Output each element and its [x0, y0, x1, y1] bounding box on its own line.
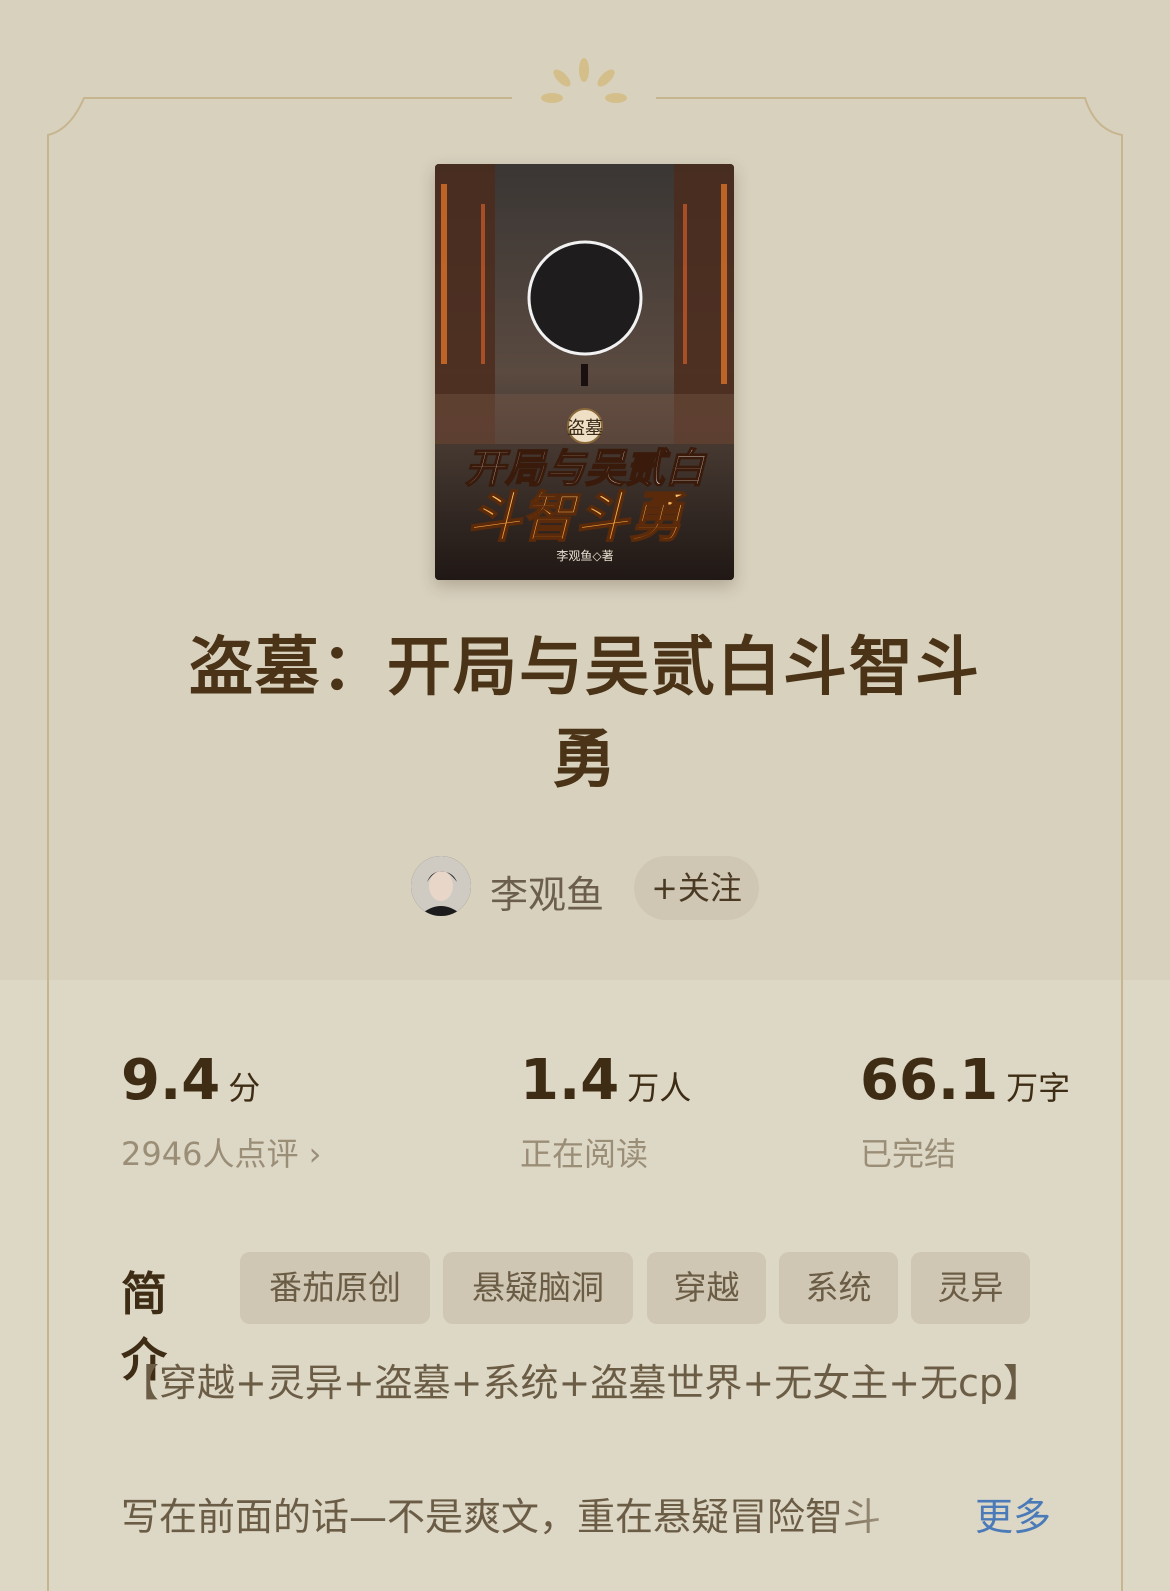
- cover-author-credit: 李观鱼◇著: [556, 548, 613, 563]
- cover-title-line2: 斗智斗勇: [467, 486, 687, 549]
- review-count-link[interactable]: 2946人点评 ›: [121, 1129, 321, 1175]
- readers-unit: 万人: [627, 1069, 692, 1107]
- cover-series-badge: 盗墓: [567, 418, 603, 439]
- tag-item[interactable]: 悬疑脑洞: [443, 1252, 633, 1324]
- readers-label: 正在阅读: [520, 1135, 649, 1173]
- author-avatar[interactable]: [411, 856, 471, 916]
- book-cover[interactable]: 盗墓 开局与吴贰白 斗智斗勇 李观鱼◇著: [435, 164, 734, 580]
- author-row: 李观鱼 +关注: [0, 856, 1170, 920]
- description-line2-row: 写在前面的话—不是爽文，重在悬疑冒险智斗 更多: [121, 1484, 1051, 1551]
- readers-value: 1.4: [520, 1048, 620, 1113]
- book-title: 盗墓：开局与吴贰白斗智斗勇: [189, 631, 981, 797]
- stat-rating[interactable]: 9.4 分 2946人点评 ›: [121, 1048, 321, 1175]
- more-link[interactable]: 更多: [975, 1484, 1051, 1551]
- tag-item[interactable]: 灵异: [911, 1252, 1030, 1324]
- status-label: 已完结: [860, 1135, 957, 1173]
- author-name[interactable]: 李观鱼: [490, 864, 604, 919]
- description-line2: 写在前面的话—不是爽文，重在悬疑冒险智斗: [121, 1495, 882, 1539]
- stat-word-count: 66.1 万字 已完结: [860, 1048, 1070, 1175]
- word-count-unit: 万字: [1006, 1069, 1071, 1107]
- stat-readers: 1.4 万人 正在阅读: [520, 1048, 691, 1175]
- description-line1: 【穿越+灵异+盗墓+系统+盗墓世界+无女主+无cp】: [121, 1361, 1042, 1405]
- follow-button[interactable]: +关注: [634, 856, 759, 920]
- tag-item[interactable]: 穿越: [647, 1252, 766, 1324]
- rating-value: 9.4: [121, 1048, 221, 1113]
- tag-item[interactable]: 番茄原创: [240, 1252, 430, 1324]
- tag-item[interactable]: 系统: [779, 1252, 898, 1324]
- word-count-value: 66.1: [860, 1048, 999, 1113]
- rating-unit: 分: [228, 1069, 261, 1107]
- flower-ornament-icon: [541, 58, 627, 103]
